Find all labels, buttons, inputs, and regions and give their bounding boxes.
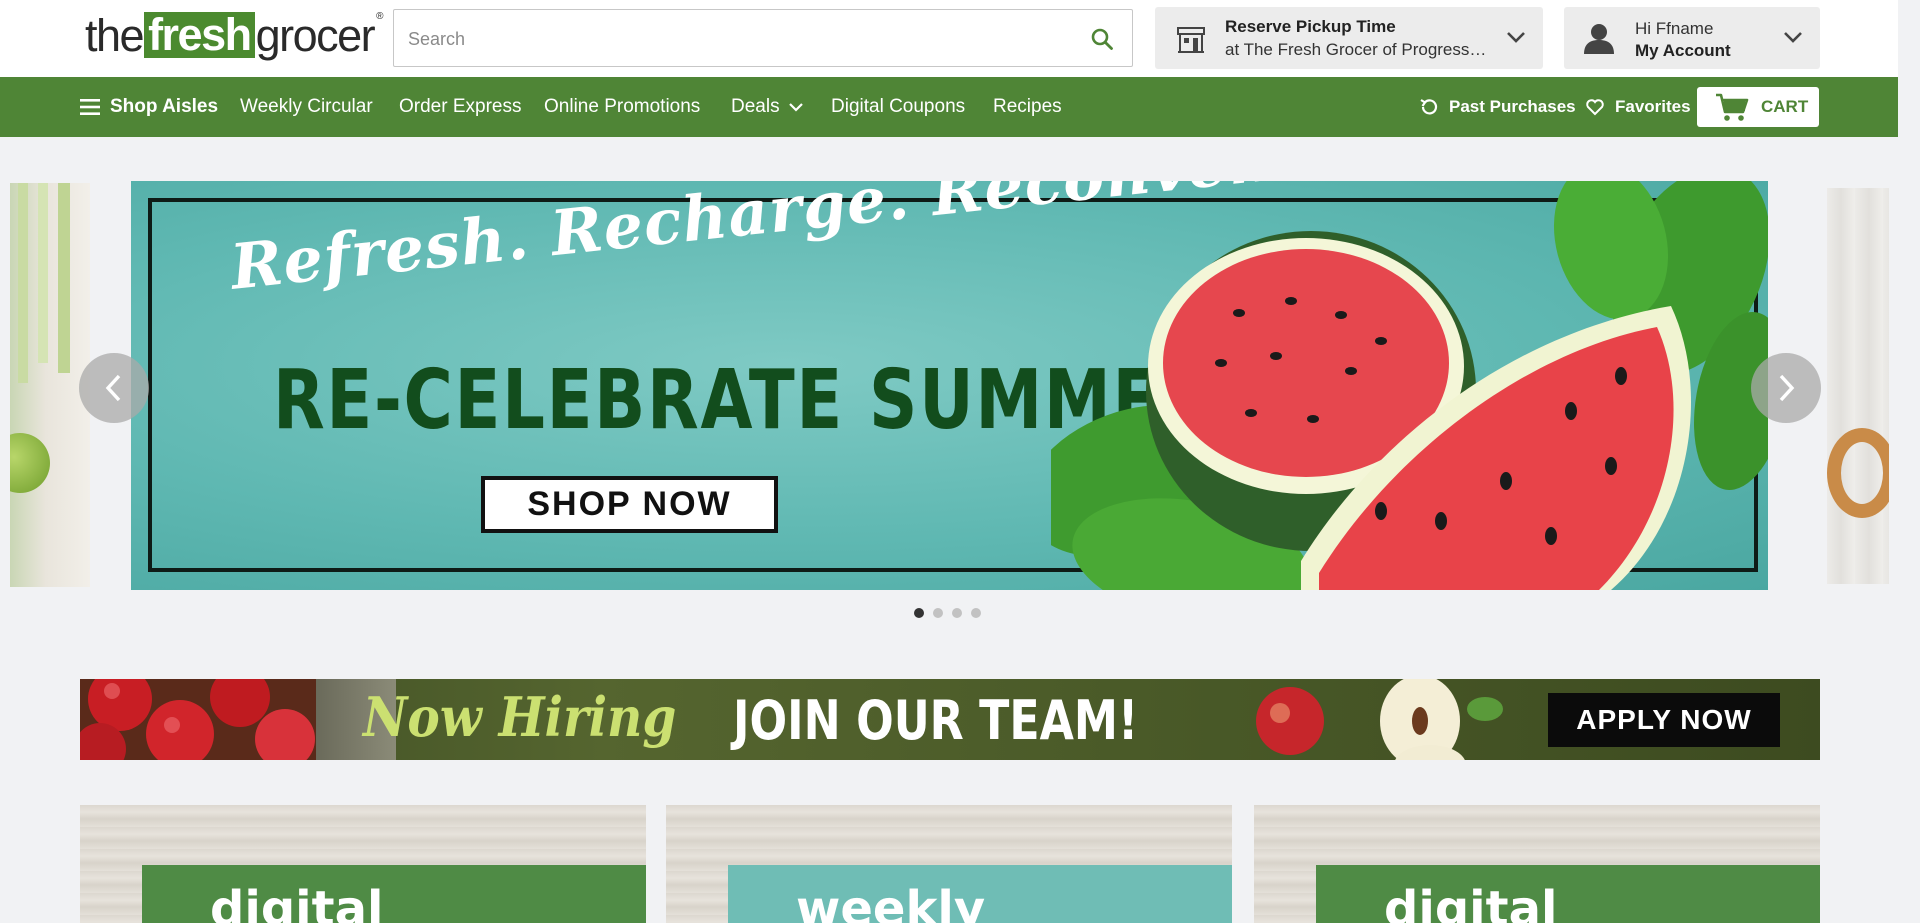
past-purchases-link[interactable]: Past Purchases bbox=[1419, 77, 1576, 137]
cart-icon bbox=[1716, 93, 1749, 121]
favorites-link[interactable]: Favorites bbox=[1585, 77, 1691, 137]
site-logo[interactable]: the fresh grocer ® bbox=[85, 10, 384, 61]
card-label: weekly bbox=[796, 881, 986, 923]
carousel-next-slide-peek bbox=[1827, 188, 1889, 584]
logo-text-grocer: grocer bbox=[255, 10, 376, 61]
promo-card-digital-coupons[interactable]: digital bbox=[80, 805, 646, 923]
top-header: thefreshgrocer® Reserve Pickup Time at T… bbox=[0, 0, 1898, 77]
nav-recipes[interactable]: Recipes bbox=[993, 77, 1062, 137]
hamburger-menu-icon bbox=[80, 99, 100, 115]
main-nav: Shop Aisles Weekly Circular Order Expres… bbox=[0, 77, 1898, 137]
nav-order-express[interactable]: Order Express bbox=[399, 77, 521, 137]
search-icon[interactable] bbox=[1090, 27, 1114, 51]
nav-weekly-circular[interactable]: Weekly Circular bbox=[240, 77, 373, 137]
card-label: digital bbox=[210, 881, 384, 923]
nav-online-promotions[interactable]: Online Promotions bbox=[544, 77, 700, 137]
apply-now-button[interactable]: APPLY NOW bbox=[1548, 693, 1780, 747]
reserve-pickup-dropdown[interactable]: Reserve Pickup Time at The Fresh Grocer … bbox=[1155, 7, 1543, 69]
watermelon-illustration bbox=[1051, 181, 1768, 590]
cart-button[interactable]: CART bbox=[1697, 87, 1819, 127]
apple-slices-illustration bbox=[1256, 679, 1503, 760]
heart-icon bbox=[1586, 99, 1604, 116]
pickup-store-name: at The Fresh Grocer of Progress Pl... bbox=[1225, 40, 1490, 59]
search-input[interactable] bbox=[406, 10, 1050, 68]
hero-banner[interactable]: Refresh. Recharge. Reconvene. RE-CELEBRA… bbox=[131, 181, 1768, 590]
my-account-dropdown[interactable]: Hi Ffname My Account bbox=[1564, 7, 1820, 69]
logo-registered-mark: ® bbox=[376, 11, 383, 22]
nav-digital-coupons[interactable]: Digital Coupons bbox=[831, 77, 965, 137]
shop-aisles-label: Shop Aisles bbox=[110, 96, 219, 117]
search-box bbox=[393, 9, 1133, 68]
hiring-banner[interactable]: Now Hiring JOIN OUR TEAM! APPLY NOW bbox=[80, 679, 1820, 760]
past-purchases-label: Past Purchases bbox=[1449, 97, 1576, 116]
promo-card-digital[interactable]: digital bbox=[1254, 805, 1820, 923]
chevron-down-icon bbox=[1782, 29, 1804, 45]
logo-text-fresh: fresh bbox=[144, 12, 255, 58]
shop-aisles-button[interactable]: Shop Aisles bbox=[80, 77, 218, 137]
chevron-left-icon bbox=[105, 374, 121, 402]
nav-deals-dropdown[interactable]: Deals bbox=[731, 77, 804, 137]
shop-now-button[interactable]: SHOP NOW bbox=[481, 476, 778, 533]
chevron-right-icon bbox=[1779, 374, 1795, 402]
join-our-team-text: JOIN OUR TEAM! bbox=[733, 689, 1139, 752]
carousel-dot[interactable] bbox=[914, 608, 924, 618]
account-label: My Account bbox=[1635, 41, 1731, 60]
carousel-prev-button[interactable] bbox=[79, 353, 149, 423]
apples-illustration bbox=[80, 679, 320, 760]
carousel-dot[interactable] bbox=[933, 608, 943, 618]
cart-label: CART bbox=[1761, 97, 1809, 116]
favorites-label: Favorites bbox=[1615, 97, 1691, 116]
card-label: digital bbox=[1384, 881, 1558, 923]
promo-card-weekly-circular[interactable]: weekly bbox=[666, 805, 1232, 923]
history-icon bbox=[1420, 99, 1438, 115]
carousel-prev-slide-peek bbox=[10, 183, 90, 587]
nav-deals-label: Deals bbox=[731, 96, 780, 117]
account-greeting: Hi Ffname bbox=[1635, 19, 1714, 38]
logo-text-the: the bbox=[85, 10, 145, 61]
chevron-down-icon bbox=[788, 103, 803, 112]
carousel-dot[interactable] bbox=[971, 608, 981, 618]
chevron-down-icon bbox=[1505, 29, 1527, 45]
user-icon bbox=[1582, 21, 1616, 55]
now-hiring-text: Now Hiring bbox=[363, 685, 677, 749]
store-icon bbox=[1175, 24, 1207, 56]
carousel-dot[interactable] bbox=[952, 608, 962, 618]
pickup-title: Reserve Pickup Time bbox=[1225, 17, 1396, 36]
carousel-indicators bbox=[914, 608, 981, 620]
carousel-next-button[interactable] bbox=[1751, 353, 1821, 423]
